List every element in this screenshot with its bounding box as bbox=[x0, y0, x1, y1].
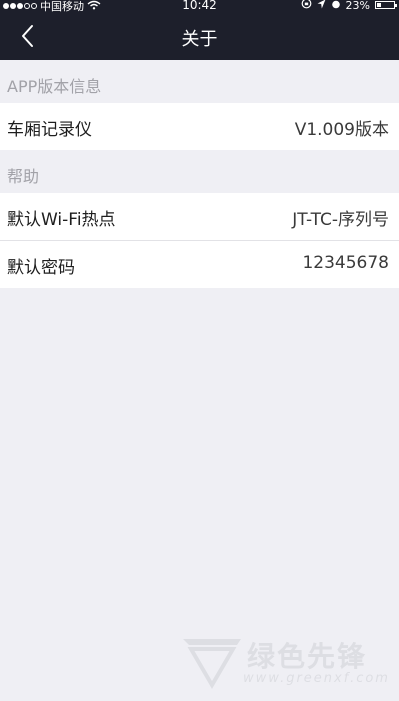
navigation-bar: 关于 bbox=[0, 12, 399, 60]
watermark-text: 绿色先锋 bbox=[247, 640, 368, 673]
version-value: V1.009版本 bbox=[294, 120, 389, 140]
list-item-wifi-hotspot: 默认Wi-Fi热点 JT-TC-序列号 bbox=[0, 193, 399, 240]
list-item-password: 默认密码 12345678 bbox=[0, 241, 399, 288]
list-item-device: 车厢记录仪 V1.009版本 bbox=[0, 103, 399, 150]
watermark-url: www.greenxf.com bbox=[243, 671, 390, 686]
wifi-hotspot-label: 默认Wi-Fi热点 bbox=[7, 210, 116, 230]
watermark-logo-icon bbox=[183, 639, 241, 689]
battery-percent: 23% bbox=[345, 0, 370, 12]
wifi-hotspot-value: JT-TC-序列号 bbox=[292, 210, 389, 230]
section-header-app-version: APP版本信息 bbox=[7, 77, 102, 96]
password-value: 12345678 bbox=[302, 253, 389, 273]
battery-level-fill bbox=[377, 3, 381, 7]
location-icon bbox=[317, 0, 326, 12]
page-title: 关于 bbox=[181, 29, 218, 50]
rotation-lock-icon bbox=[301, 0, 312, 12]
alarm-icon bbox=[331, 0, 341, 12]
status-bar: 中国移动 10:42 23% bbox=[0, 0, 399, 13]
device-label: 车厢记录仪 bbox=[7, 120, 92, 140]
password-label: 默认密码 bbox=[7, 258, 75, 278]
section-header-help: 帮助 bbox=[7, 167, 40, 186]
battery-icon bbox=[375, 1, 397, 9]
status-right: 23% bbox=[301, 0, 397, 12]
watermark: 绿色先锋 www.greenxf.com bbox=[177, 631, 390, 693]
